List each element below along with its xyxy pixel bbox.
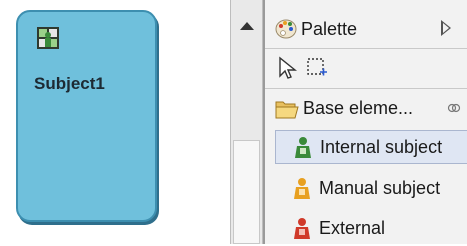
subject-label[interactable]: Subject1 bbox=[34, 74, 105, 94]
subject-node[interactable]: Subject1 bbox=[16, 10, 157, 222]
person-red-icon bbox=[294, 218, 310, 239]
person-green-icon bbox=[295, 137, 311, 158]
item-label: External bbox=[319, 218, 386, 238]
palette-item-manual-subject[interactable]: Manual subject bbox=[275, 172, 467, 206]
drawer-label: Base eleme... bbox=[303, 98, 414, 118]
person-orange-icon bbox=[294, 178, 310, 199]
item-label: Manual subject bbox=[319, 178, 441, 198]
subject-node-icon bbox=[37, 27, 59, 49]
divider bbox=[265, 48, 467, 49]
divider bbox=[265, 88, 467, 89]
pin-icon[interactable] bbox=[447, 101, 461, 115]
palette-panel: Palette Base eleme... Internal subject M… bbox=[263, 0, 467, 244]
palette-title: Palette bbox=[301, 19, 358, 39]
vertical-scrollbar[interactable] bbox=[230, 0, 263, 244]
item-label: Internal subject bbox=[320, 137, 443, 157]
drawer-base-elements[interactable]: Base eleme... bbox=[265, 94, 467, 124]
diagram-canvas[interactable]: Subject1 bbox=[0, 0, 230, 244]
arrow-cursor-icon[interactable] bbox=[277, 56, 299, 80]
palette-item-external[interactable]: External bbox=[275, 212, 467, 246]
palette-tools bbox=[265, 52, 467, 86]
folder-open-icon bbox=[275, 101, 299, 119]
palette-icon bbox=[275, 19, 297, 39]
marquee-select-icon[interactable] bbox=[305, 56, 329, 80]
scroll-up-arrow-icon[interactable] bbox=[240, 22, 254, 30]
palette-header: Palette bbox=[265, 14, 465, 46]
scrollbar-thumb[interactable] bbox=[233, 140, 260, 244]
expand-right-icon[interactable] bbox=[441, 20, 451, 36]
palette-item-internal-subject[interactable]: Internal subject bbox=[275, 130, 467, 164]
